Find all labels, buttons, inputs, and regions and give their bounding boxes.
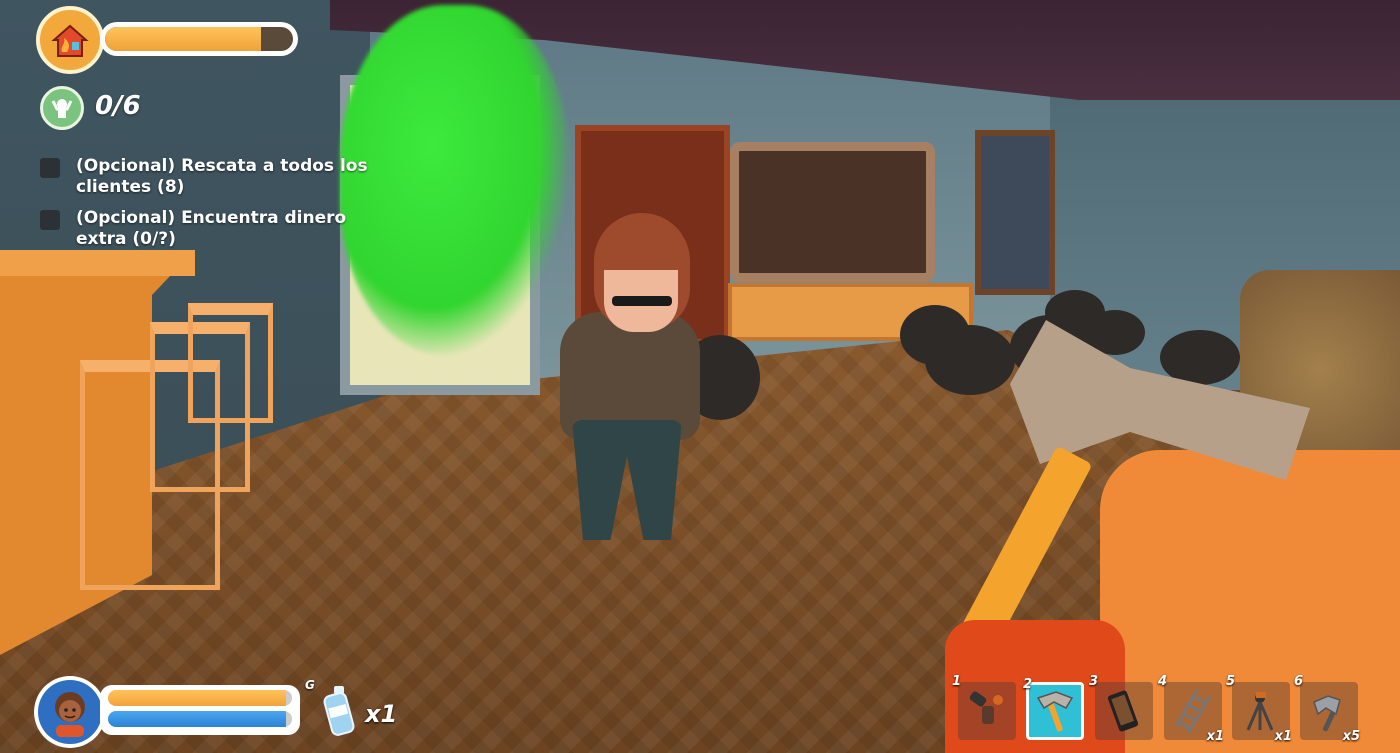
television [730,142,935,282]
player-glove [945,620,1125,753]
green-smoke [340,5,570,355]
bar-stool [188,303,273,423]
orange-couch [1100,450,1400,753]
trash-bag [925,325,1015,395]
trash-bag [1160,330,1240,385]
game-scene [0,0,1400,753]
client-sunglasses [612,296,672,306]
bar-counter-top [0,250,195,276]
window [975,130,1055,295]
